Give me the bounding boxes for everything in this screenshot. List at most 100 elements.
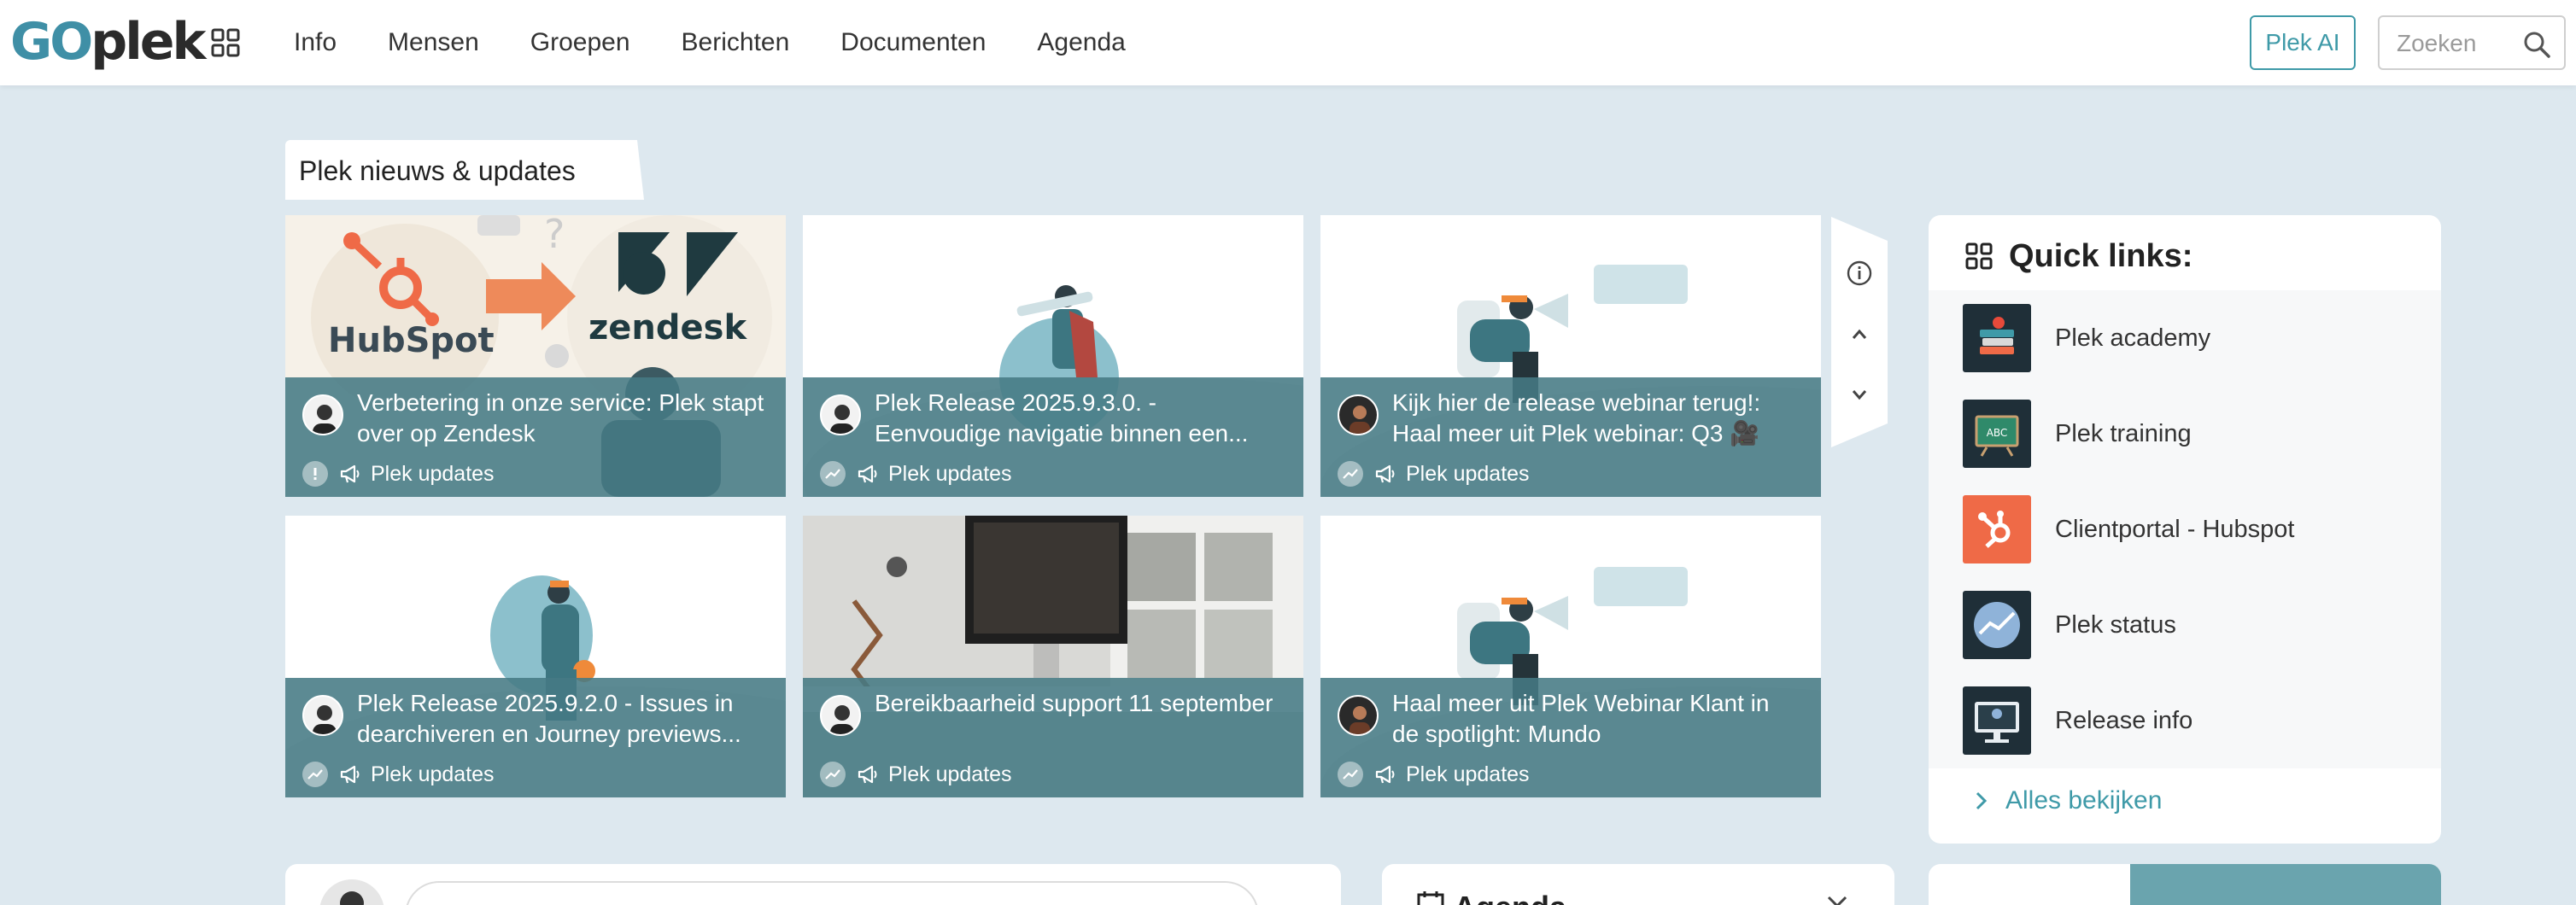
quick-link-label[interactable]: Clientportal - Hubspot bbox=[2055, 516, 2294, 544]
svg-text:?: ? bbox=[544, 215, 565, 257]
search-icon[interactable] bbox=[2521, 29, 2552, 60]
megaphone-icon bbox=[340, 765, 360, 784]
chevron-up-icon[interactable] bbox=[1846, 321, 1873, 348]
hubspot-logo-text: HubSpot bbox=[328, 321, 495, 360]
card-overlay: Haal meer uit Plek Webinar Klant in de s… bbox=[1320, 678, 1821, 797]
card-title[interactable]: Plek Release 2025.9.2.0 - Issues in dear… bbox=[357, 688, 767, 750]
trend-icon bbox=[820, 461, 846, 487]
books-icon bbox=[1963, 304, 2031, 372]
card-title[interactable]: Haal meer uit Plek Webinar Klant in de s… bbox=[1392, 688, 1802, 750]
card-title[interactable]: Plek Release 2025.9.3.0. - Eenvoudige na… bbox=[875, 388, 1285, 449]
trend-icon bbox=[1338, 762, 1363, 787]
quick-links-panel: Quick links: Plek academy ABC Plek train… bbox=[1929, 215, 2441, 844]
status-icon bbox=[1963, 591, 2031, 659]
news-card[interactable]: Bereikbaarheid support 11 september Plek… bbox=[803, 516, 1303, 797]
trend-icon bbox=[302, 762, 328, 787]
nav-groepen[interactable]: Groepen bbox=[530, 0, 630, 85]
card-overlay: Plek Release 2025.9.2.0 - Issues in dear… bbox=[285, 678, 786, 797]
news-section-title: Plek nieuws & updates bbox=[299, 155, 576, 186]
side-widget-card bbox=[1929, 864, 2441, 905]
exclamation-icon bbox=[302, 461, 328, 487]
card-category[interactable]: Plek updates bbox=[1406, 462, 1530, 487]
card-category[interactable]: Plek updates bbox=[888, 462, 1012, 487]
chalkboard-text: ABC bbox=[1987, 427, 2008, 439]
quick-link-item[interactable]: Plek status bbox=[1963, 591, 2424, 659]
post-composer-card bbox=[285, 864, 1341, 905]
calendar-icon bbox=[1417, 891, 1444, 905]
author-avatar bbox=[820, 394, 861, 435]
view-all-label[interactable]: Alles bekijken bbox=[2005, 786, 2162, 815]
agenda-card: Agenda bbox=[1382, 864, 1894, 905]
news-card[interactable]: Plek Release 2025.9.3.0. - Eenvoudige na… bbox=[803, 215, 1303, 497]
nav-agenda[interactable]: Agenda bbox=[1037, 0, 1125, 85]
zendesk-logo-text: zendesk bbox=[588, 308, 747, 347]
nav-info[interactable]: Info bbox=[294, 0, 337, 85]
author-avatar bbox=[1338, 394, 1379, 435]
card-category[interactable]: Plek updates bbox=[1406, 762, 1530, 787]
author-avatar bbox=[820, 695, 861, 736]
trend-icon bbox=[820, 762, 846, 787]
search-box bbox=[2378, 15, 2566, 70]
news-section-tab: Plek nieuws & updates bbox=[285, 140, 644, 200]
card-title[interactable]: Verbetering in onze service: Plek stapt … bbox=[357, 388, 767, 449]
monitor-icon bbox=[1963, 686, 2031, 755]
quick-links-header: Quick links: bbox=[1964, 234, 2193, 278]
card-overlay: Verbetering in onze service: Plek stapt … bbox=[285, 377, 786, 497]
quick-link-item[interactable]: Release info bbox=[1963, 686, 2424, 755]
news-card[interactable]: Haal meer uit Plek Webinar Klant in de s… bbox=[1320, 516, 1821, 797]
search-input[interactable] bbox=[2397, 29, 2516, 58]
news-card[interactable]: Kijk hier de release webinar terug!: Haa… bbox=[1320, 215, 1821, 497]
card-title[interactable]: Bereikbaarheid support 11 september bbox=[875, 688, 1285, 719]
news-card[interactable]: ? HubSpot zendesk Verbetering in onze se… bbox=[285, 215, 786, 497]
card-category[interactable]: Plek updates bbox=[371, 762, 495, 787]
card-overlay: Bereikbaarheid support 11 september Plek… bbox=[803, 678, 1303, 797]
quick-link-label[interactable]: Release info bbox=[2055, 707, 2193, 735]
card-meta: Plek updates bbox=[1338, 760, 1530, 789]
agenda-title: Agenda bbox=[1454, 890, 1566, 905]
chalkboard-icon: ABC bbox=[1963, 400, 2031, 468]
quick-link-label[interactable]: Plek training bbox=[2055, 420, 2192, 448]
user-avatar bbox=[319, 879, 384, 905]
card-meta: Plek updates bbox=[302, 760, 495, 789]
quick-link-item[interactable]: Clientportal - Hubspot bbox=[1963, 495, 2424, 563]
author-avatar bbox=[302, 394, 343, 435]
hubspot-icon bbox=[1963, 495, 2031, 563]
card-meta: Plek updates bbox=[302, 459, 495, 488]
nav-berichten[interactable]: Berichten bbox=[682, 0, 790, 85]
nav-mensen[interactable]: Mensen bbox=[388, 0, 479, 85]
megaphone-icon bbox=[858, 765, 877, 784]
apps-grid-icon[interactable] bbox=[210, 27, 241, 58]
card-category[interactable]: Plek updates bbox=[371, 462, 495, 487]
card-meta: Plek updates bbox=[820, 760, 1012, 789]
nav-documenten[interactable]: Documenten bbox=[840, 0, 986, 85]
chevron-right-icon bbox=[1976, 791, 1988, 810]
trend-icon bbox=[1338, 461, 1363, 487]
info-icon[interactable] bbox=[1846, 260, 1873, 287]
card-overlay: Plek Release 2025.9.3.0. - Eenvoudige na… bbox=[803, 377, 1303, 497]
card-category[interactable]: Plek updates bbox=[888, 762, 1012, 787]
quick-link-item[interactable]: ABC Plek training bbox=[1963, 400, 2424, 468]
plek-ai-button[interactable]: Plek AI bbox=[2250, 15, 2356, 70]
main-nav: Info Mensen Groepen Berichten Documenten… bbox=[294, 0, 1177, 85]
card-title[interactable]: Kijk hier de release webinar terug!: Haa… bbox=[1392, 388, 1802, 449]
megaphone-icon bbox=[1375, 765, 1395, 784]
quick-links-list: Plek academy ABC Plek training Clientpor… bbox=[1929, 290, 2441, 768]
post-input[interactable] bbox=[405, 881, 1259, 905]
goplek-logo[interactable]: GOplek bbox=[10, 12, 206, 72]
widget-banner bbox=[2130, 864, 2441, 905]
author-avatar bbox=[302, 695, 343, 736]
chevron-down-icon[interactable] bbox=[1846, 381, 1873, 408]
close-icon[interactable] bbox=[1826, 895, 1848, 905]
grid-icon bbox=[1965, 242, 1993, 270]
megaphone-icon bbox=[340, 464, 360, 483]
quick-link-item[interactable]: Plek academy bbox=[1963, 304, 2424, 372]
megaphone-icon bbox=[1375, 464, 1395, 483]
quick-link-label[interactable]: Plek academy bbox=[2055, 324, 2210, 353]
news-scroller bbox=[1831, 217, 1888, 447]
quick-link-label[interactable]: Plek status bbox=[2055, 611, 2176, 639]
view-all-link[interactable]: Alles bekijken bbox=[1973, 784, 2162, 818]
top-navigation-bar: GOplek Info Mensen Groepen Berichten Doc… bbox=[0, 0, 2576, 85]
news-card[interactable]: Plek Release 2025.9.2.0 - Issues in dear… bbox=[285, 516, 786, 797]
megaphone-icon bbox=[858, 464, 877, 483]
card-overlay: Kijk hier de release webinar terug!: Haa… bbox=[1320, 377, 1821, 497]
